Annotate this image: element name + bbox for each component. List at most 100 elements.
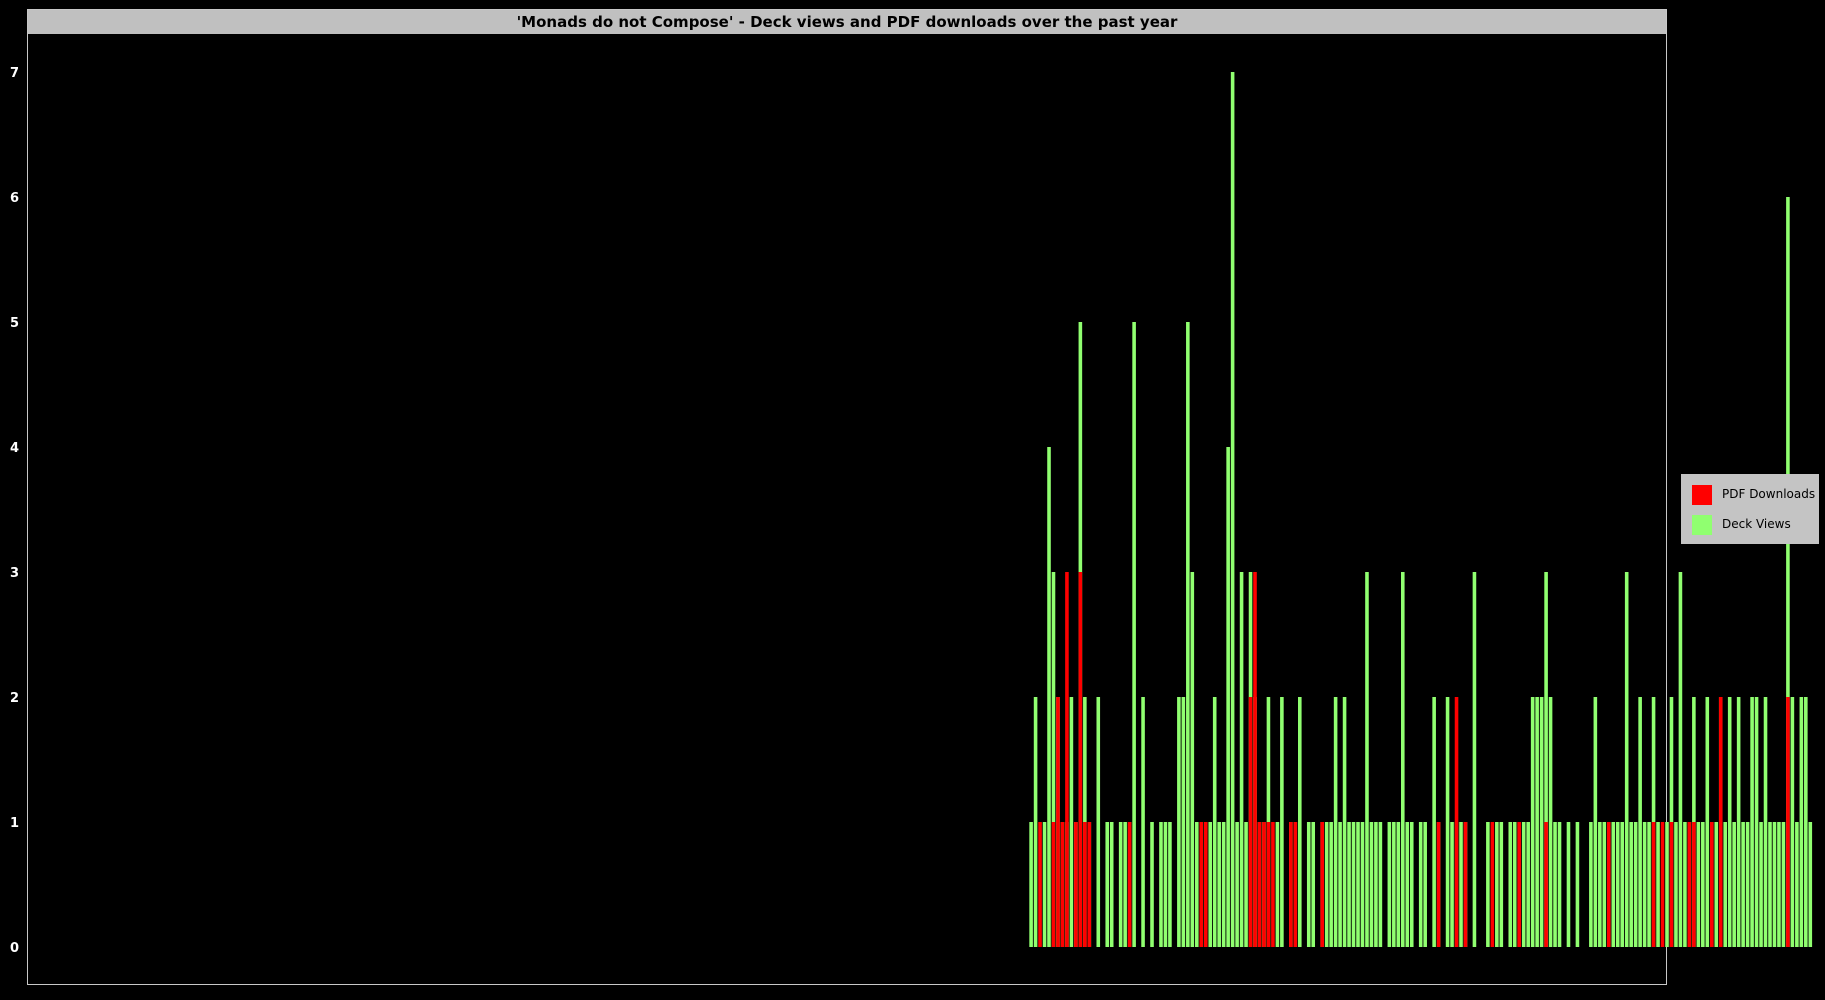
pdf-downloads-bar bbox=[1074, 822, 1078, 947]
deck-views-bar bbox=[1423, 822, 1427, 947]
pdf-downloads-bar bbox=[1056, 697, 1060, 947]
deck-views-bar bbox=[1450, 822, 1454, 947]
pdf-downloads-bar bbox=[1692, 822, 1696, 947]
deck-views-bar bbox=[1195, 822, 1199, 947]
deck-views-bar bbox=[1624, 572, 1629, 947]
deck-views-bar bbox=[1615, 822, 1620, 947]
y-tick-label: 3 bbox=[10, 566, 19, 581]
deck-views-bar bbox=[1566, 822, 1571, 947]
deck-views-bar bbox=[1356, 822, 1360, 947]
pdf-downloads-bar bbox=[1320, 822, 1324, 947]
deck-views-bar bbox=[1727, 697, 1732, 947]
deck-views-bar bbox=[1342, 697, 1347, 947]
deck-views-bar bbox=[1781, 822, 1786, 947]
deck-views-bar bbox=[1105, 822, 1110, 947]
deck-views-bar bbox=[1750, 697, 1754, 947]
deck-views-bar bbox=[1186, 322, 1190, 947]
deck-views-bar bbox=[1360, 822, 1365, 947]
deck-views-bar bbox=[1526, 822, 1530, 947]
pdf-downloads-bar bbox=[1293, 822, 1298, 947]
legend: PDF Downloads Deck Views bbox=[1681, 474, 1819, 544]
deck-views-bar bbox=[1177, 697, 1181, 947]
pdf-downloads-bar bbox=[1127, 822, 1132, 947]
deck-views-bar bbox=[1338, 822, 1342, 947]
pdf-downloads-bar bbox=[1065, 572, 1069, 947]
pdf-downloads-bar bbox=[1606, 822, 1611, 947]
deck-views-bar bbox=[1499, 822, 1504, 947]
deck-views-bar bbox=[1736, 697, 1741, 947]
deck-views-bar bbox=[1593, 697, 1598, 947]
deck-views-bar bbox=[1486, 822, 1490, 947]
y-tick-label: 4 bbox=[10, 441, 19, 456]
deck-views-bar bbox=[1445, 697, 1450, 947]
deck-views-bar bbox=[1759, 822, 1763, 947]
deck-views-bar bbox=[1329, 822, 1333, 947]
deck-views-bar bbox=[1714, 822, 1719, 947]
deck-views-bar bbox=[1132, 322, 1136, 947]
deck-views-bar bbox=[1150, 822, 1154, 947]
pdf-downloads-bar bbox=[1651, 822, 1656, 947]
deck-views-bar bbox=[1495, 822, 1499, 947]
deck-views-bar bbox=[1754, 697, 1759, 947]
deck-views-bar bbox=[1598, 822, 1602, 947]
deck-views-bar bbox=[1642, 822, 1647, 947]
deck-views-bar bbox=[1159, 822, 1163, 947]
deck-views-bar bbox=[1602, 822, 1607, 947]
pdf-downloads-swatch bbox=[1692, 485, 1712, 505]
deck-views-bar bbox=[1472, 572, 1477, 947]
pdf-downloads-bar bbox=[1709, 822, 1714, 947]
deck-views-bar bbox=[1521, 822, 1526, 947]
deck-views-bar bbox=[1298, 697, 1302, 947]
deck-views-bar bbox=[1732, 822, 1736, 947]
pdf-downloads-bar bbox=[1262, 822, 1266, 947]
y-tick-label: 1 bbox=[10, 816, 19, 831]
legend-label-pdf-downloads: PDF Downloads bbox=[1722, 487, 1816, 501]
deck-views-bar bbox=[1230, 72, 1235, 947]
y-tick-label: 2 bbox=[10, 691, 19, 706]
deck-views-bar bbox=[1683, 822, 1687, 947]
pdf-downloads-bar bbox=[1271, 822, 1275, 947]
deck-views-bar bbox=[1244, 822, 1248, 947]
deck-views-bar bbox=[1347, 822, 1351, 947]
pdf-downloads-bar bbox=[1490, 822, 1495, 947]
deck-views-bar bbox=[1665, 822, 1669, 947]
deck-views-bar bbox=[1656, 822, 1660, 947]
y-tick-label: 5 bbox=[10, 316, 19, 331]
deck-views-bar bbox=[1799, 697, 1804, 947]
plot-area: 0 1 2 3 4 5 6 7 bbox=[10, 66, 1813, 956]
pdf-downloads-bar bbox=[1203, 822, 1208, 947]
pdf-downloads-bar bbox=[1289, 822, 1293, 947]
y-tick-label: 0 bbox=[10, 941, 19, 956]
deck-views-bar bbox=[1696, 822, 1701, 947]
deck-views-bar bbox=[1705, 697, 1710, 947]
deck-views-bar bbox=[1678, 572, 1683, 947]
deck-views-bar bbox=[1217, 822, 1221, 947]
deck-views-bar bbox=[1804, 697, 1808, 947]
deck-views-bar bbox=[1535, 697, 1539, 947]
deck-views-bar bbox=[1208, 822, 1213, 947]
deck-views-bar bbox=[1275, 822, 1280, 947]
deck-views-bar bbox=[1333, 697, 1338, 947]
deck-views-bar bbox=[1409, 822, 1414, 947]
pdf-downloads-bar bbox=[1266, 822, 1271, 947]
pdf-downloads-bar bbox=[1087, 822, 1092, 947]
deck-views-bar bbox=[1795, 822, 1799, 947]
deck-views-bar bbox=[1768, 822, 1772, 947]
deck-views-bar bbox=[1396, 822, 1401, 947]
deck-views-bar bbox=[1539, 697, 1544, 947]
deck-views-bar bbox=[1306, 822, 1311, 947]
deck-views-bar bbox=[1109, 822, 1114, 947]
pdf-downloads-bar bbox=[1463, 822, 1468, 947]
deck-views-bar bbox=[1432, 697, 1436, 947]
deck-views-bar bbox=[1575, 822, 1580, 947]
deck-views-bar bbox=[1405, 822, 1410, 947]
deck-views-bar bbox=[1235, 822, 1239, 947]
deck-views-bar bbox=[1374, 822, 1378, 947]
deck-views-bar bbox=[1777, 822, 1781, 947]
deck-views-bar bbox=[1459, 822, 1463, 947]
y-axis-ticks: 0 1 2 3 4 5 6 7 bbox=[10, 66, 19, 956]
deck-views-bar bbox=[1033, 697, 1038, 947]
deck-views-bar bbox=[1029, 822, 1033, 947]
deck-views-bar bbox=[1163, 822, 1168, 947]
deck-views-bar bbox=[1190, 572, 1195, 947]
